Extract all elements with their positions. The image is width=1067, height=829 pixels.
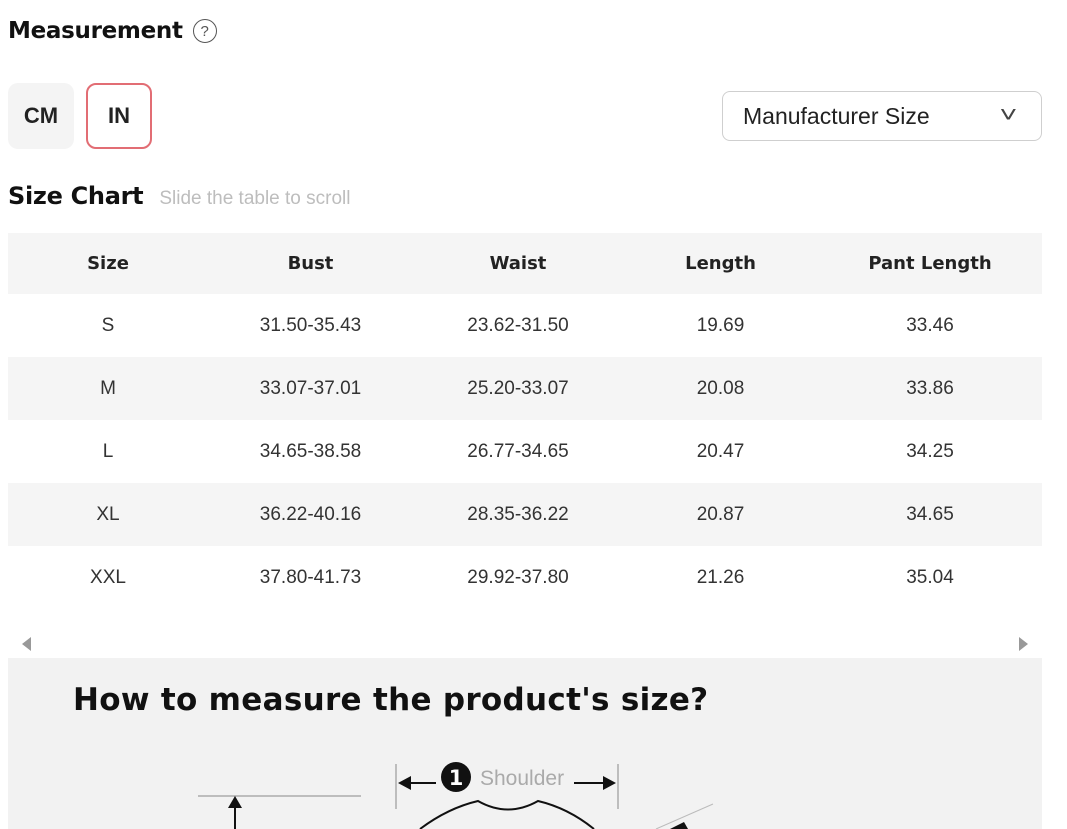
table-cell: 34.65 xyxy=(906,503,954,525)
size-type-selected-value: Manufacturer Size xyxy=(743,102,930,129)
table-cell: 34.65-38.58 xyxy=(259,440,362,462)
column-header-pant-length: Pant Length xyxy=(868,253,992,274)
table-cell: XXL xyxy=(90,566,126,588)
size-chart-title: Size Chart xyxy=(8,182,144,210)
table-cell: 20.08 xyxy=(696,377,745,399)
measurement-diagram: 1 Shoulder xyxy=(198,762,714,829)
cm-unit-button[interactable]: CM xyxy=(8,83,74,149)
chevron-down-icon: ˅ xyxy=(999,102,1018,127)
measurement-title: Measurement xyxy=(8,18,183,44)
table-cell: 35.04 xyxy=(906,566,954,588)
table-header-row: Size Bust Waist Length Pant Length xyxy=(8,233,1042,294)
size-type-dropdown[interactable]: Manufacturer Size ˅ xyxy=(722,91,1042,141)
unit-toggle: CM IN xyxy=(8,83,152,149)
measurement-header: Measurement ? xyxy=(8,18,217,44)
table-cell: 29.92-37.80 xyxy=(467,566,569,588)
table-row: M 33.07-37.01 25.20-33.07 20.08 33.86 xyxy=(8,357,1042,420)
table-cell: 33.07-37.01 xyxy=(259,377,362,399)
table-cell: 20.47 xyxy=(696,440,745,462)
table-row: XL 36.22-40.16 28.35-36.22 20.87 34.65 xyxy=(8,483,1042,546)
help-icon[interactable]: ? xyxy=(192,19,217,43)
size-chart-hint: Slide the table to scroll xyxy=(159,188,351,209)
table-cell: 25.20-33.07 xyxy=(467,377,569,399)
table-cell: S xyxy=(101,314,115,336)
table-cell: 37.80-41.73 xyxy=(259,566,362,588)
table-cell: 23.62-31.50 xyxy=(467,314,569,336)
shoulder-arrow-head-right xyxy=(603,776,616,790)
table-cell: L xyxy=(102,440,114,462)
table-cell: 33.46 xyxy=(906,314,954,336)
garment-neckline-outline xyxy=(419,799,595,829)
column-header-bust: Bust xyxy=(287,253,334,274)
column-header-length: Length xyxy=(685,253,756,274)
shoulder-label: Shoulder xyxy=(480,767,564,790)
in-unit-button[interactable]: IN xyxy=(86,83,152,149)
size-chart-table[interactable]: Size Bust Waist Length Pant Length S 31.… xyxy=(8,233,1042,609)
table-cell: 28.35-36.22 xyxy=(467,503,569,525)
table-cell: 36.22-40.16 xyxy=(259,503,362,525)
scroll-right-arrow-icon[interactable] xyxy=(1019,637,1028,651)
size-chart-header: Size Chart Slide the table to scroll xyxy=(8,182,351,210)
column-header-waist: Waist xyxy=(489,253,547,274)
side-arrow-head xyxy=(670,822,688,829)
shoulder-arrow-head-left xyxy=(398,776,411,790)
scroll-left-arrow-icon[interactable] xyxy=(22,637,31,651)
step-number: 1 xyxy=(449,766,464,790)
table-cell: 21.26 xyxy=(696,566,745,588)
table-cell: M xyxy=(100,377,116,399)
table-cell: 34.25 xyxy=(906,440,954,462)
table-cell: 33.86 xyxy=(906,377,954,399)
table-cell: 19.69 xyxy=(696,314,745,336)
table-cell: 20.87 xyxy=(696,503,745,525)
table-row: L 34.65-38.58 26.77-34.65 20.47 34.25 xyxy=(8,420,1042,483)
column-header-size: Size xyxy=(87,253,129,274)
table-cell: XL xyxy=(96,503,120,525)
table-horizontal-scrollbar[interactable] xyxy=(8,632,1042,656)
table-cell: 26.77-34.65 xyxy=(467,440,569,462)
table-row: XXL 37.80-41.73 29.92-37.80 21.26 35.04 xyxy=(8,546,1042,609)
length-arrow-head xyxy=(228,796,242,808)
table-row: S 31.50-35.43 23.62-31.50 19.69 33.46 xyxy=(8,294,1042,357)
how-to-measure-panel: How to measure the product's size? 1 Sho… xyxy=(8,658,1042,829)
table-cell: 31.50-35.43 xyxy=(259,314,362,336)
